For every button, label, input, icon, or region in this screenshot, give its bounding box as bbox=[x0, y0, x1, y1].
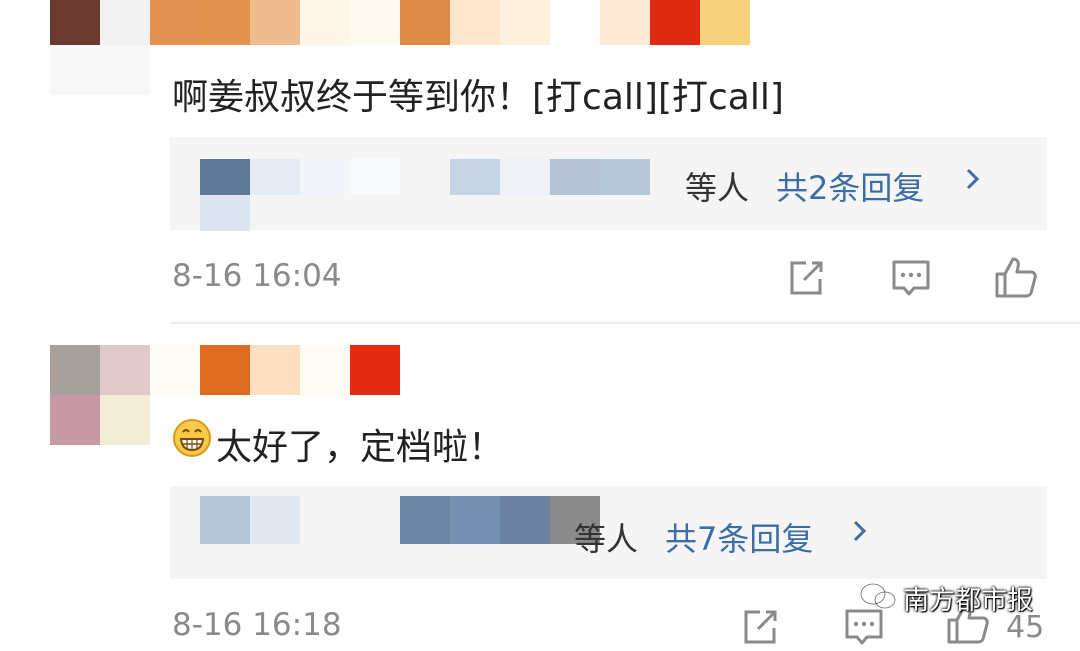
username-mosaic[interactable] bbox=[150, 345, 400, 395]
reply-preview[interactable]: 等人 共2条回复 bbox=[170, 137, 1047, 231]
share-icon[interactable] bbox=[740, 607, 780, 651]
comment-text: 啊姜叔叔终于等到你！[打call][打call] bbox=[172, 77, 784, 118]
reply-suffix: 等人 bbox=[574, 520, 639, 558]
reply-suffix: 等人 bbox=[685, 169, 750, 207]
share-icon[interactable] bbox=[786, 258, 826, 302]
avatar-mosaic[interactable] bbox=[50, 345, 150, 445]
like-icon[interactable] bbox=[993, 254, 1039, 304]
watermark: 南方都市报 bbox=[858, 580, 1033, 617]
chevron-right-icon[interactable] bbox=[852, 516, 868, 554]
reply-count-link[interactable]: 共7条回复 bbox=[665, 514, 813, 560]
wechat-logo-icon bbox=[858, 581, 898, 617]
avatar-mosaic[interactable] bbox=[50, 45, 150, 95]
username-mosaic[interactable] bbox=[50, 0, 750, 45]
comment-text: 太好了，定档啦！ bbox=[216, 427, 505, 468]
comment-timestamp: 8-16 16:18 bbox=[172, 607, 342, 643]
chevron-right-icon[interactable] bbox=[965, 164, 981, 202]
comment-timestamp: 8-16 16:04 bbox=[172, 258, 342, 294]
reply-usernames-mosaic bbox=[200, 496, 600, 544]
watermark-text: 南方都市报 bbox=[903, 586, 1034, 616]
reply-preview[interactable]: 等人 共7条回复 bbox=[170, 486, 1047, 579]
reply-usernames-mosaic bbox=[200, 159, 680, 231]
comment-divider bbox=[170, 322, 1080, 324]
reply-count-link[interactable]: 共2条回复 bbox=[776, 163, 924, 209]
grinning-face-emoji bbox=[172, 418, 212, 462]
comment-icon[interactable] bbox=[890, 258, 932, 302]
